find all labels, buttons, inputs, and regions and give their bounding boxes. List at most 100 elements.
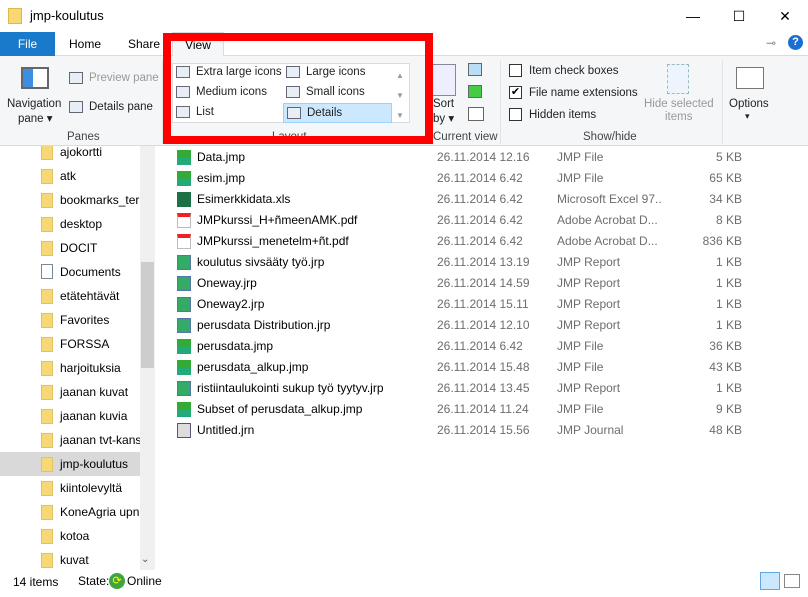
file-date: 26.11.2014 14.59 — [437, 276, 530, 290]
show-hide-group-label: Show/hide — [583, 131, 637, 143]
file-row[interactable]: JMPkurssi_menetelm+ñt.pdf 26.11.2014 6.4… — [170, 231, 760, 252]
file-row[interactable]: perusdata Distribution.jrp 26.11.2014 12… — [170, 315, 760, 336]
nav-item[interactable]: KoneAgria upn — [0, 500, 140, 524]
file-type: JMP Journal — [557, 423, 624, 437]
file-row[interactable]: esim.jmp 26.11.2014 6.42 JMP File 65 KB — [170, 168, 760, 189]
file-row[interactable]: Esimerkkidata.xls 26.11.2014 6.42 Micros… — [170, 189, 760, 210]
divider — [722, 60, 723, 144]
navigation-pane-dropdown[interactable]: pane ▾ — [18, 111, 53, 125]
tab-file[interactable]: File — [0, 32, 55, 56]
nav-item-label: harjoituksia — [60, 361, 121, 375]
file-type: Adobe Acrobat D... — [557, 213, 658, 227]
file-type: JMP Report — [557, 255, 621, 269]
file-name: Subset of perusdata_alkup.jmp — [197, 402, 363, 416]
file-date: 26.11.2014 12.16 — [437, 150, 530, 164]
file-size: 836 KB — [702, 234, 742, 248]
nav-item[interactable]: Documents — [0, 260, 140, 284]
navigation-pane-button[interactable]: Navigation — [7, 98, 61, 110]
options-dropdown-arrow[interactable]: ▾ — [745, 111, 750, 122]
jmp-file-icon — [177, 150, 191, 165]
pin-icon[interactable]: ⊸ — [766, 36, 776, 50]
nav-item[interactable]: jaanan kuvia — [0, 404, 140, 428]
hidden-items-checkbox[interactable] — [509, 108, 522, 121]
nav-item[interactable]: desktop — [0, 212, 140, 236]
nav-item[interactable]: jaanan kuvat — [0, 380, 140, 404]
file-size: 65 KB — [709, 171, 742, 185]
file-name: perusdata_alkup.jmp — [197, 360, 309, 374]
folder-icon — [41, 241, 53, 256]
file-size: 36 KB — [709, 339, 742, 353]
file-type: JMP File — [557, 339, 604, 353]
folder-icon — [41, 289, 53, 304]
folder-icon — [41, 361, 53, 376]
nav-item[interactable]: ajokortti — [0, 146, 140, 164]
file-row[interactable]: Untitled.jrn 26.11.2014 15.56 JMP Journa… — [170, 420, 760, 441]
file-name: Data.jmp — [197, 150, 246, 164]
nav-item[interactable]: etätehtävät — [0, 284, 140, 308]
nav-item[interactable]: jmp-koulutus — [0, 452, 140, 476]
scroll-down-icon[interactable]: ⌄ — [141, 554, 149, 565]
group-by-icon[interactable] — [468, 63, 482, 76]
file-size: 1 KB — [715, 297, 742, 311]
nav-item[interactable]: DOCIT — [0, 236, 140, 260]
nav-item[interactable]: kuvat — [0, 548, 140, 570]
jmp-file-icon — [177, 402, 191, 417]
nav-item-label: desktop — [60, 217, 103, 231]
nav-item-label: etätehtävät — [60, 289, 120, 303]
file-row[interactable]: Data.jmp 26.11.2014 12.16 JMP File 5 KB — [170, 147, 760, 168]
file-row[interactable]: perusdata_alkup.jmp 26.11.2014 15.48 JMP… — [170, 357, 760, 378]
nav-scrollbar-thumb[interactable] — [141, 262, 154, 368]
folder-icon — [8, 8, 22, 24]
nav-item[interactable]: atk — [0, 164, 140, 188]
file-name: JMPkurssi_menetelm+ñt.pdf — [197, 234, 349, 248]
nav-item[interactable]: kotoa — [0, 524, 140, 548]
details-pane-button[interactable]: Details pane — [89, 101, 153, 113]
current-view-group-label: Current view — [433, 131, 498, 143]
file-size: 48 KB — [709, 423, 742, 437]
minimize-button[interactable]: — — [670, 0, 716, 32]
file-row[interactable]: Oneway.jrp 26.11.2014 14.59 JMP Report 1… — [170, 273, 760, 294]
nav-item[interactable]: jaanan tvt-kans — [0, 428, 140, 452]
nav-item[interactable]: bookmarks_ter — [0, 188, 140, 212]
nav-item[interactable]: Favorites — [0, 308, 140, 332]
help-icon[interactable]: ? — [788, 35, 803, 50]
folder-icon — [41, 409, 53, 424]
file-type: Microsoft Excel 97... — [557, 192, 662, 206]
file-row[interactable]: ristiintaulukointi sukup työ tyytyv.jrp … — [170, 378, 760, 399]
maximize-button[interactable]: ☐ — [716, 0, 762, 32]
file-size: 1 KB — [715, 276, 742, 290]
file-row[interactable]: perusdata.jmp 26.11.2014 6.42 JMP File 3… — [170, 336, 760, 357]
tab-home[interactable]: Home — [57, 32, 113, 56]
nav-item[interactable]: kiintolevyltä — [0, 476, 140, 500]
sort-by-dropdown[interactable]: by ▾ — [433, 111, 454, 125]
folder-icon — [41, 313, 53, 328]
nav-item[interactable]: harjoituksia — [0, 356, 140, 380]
highlight-annotation-box — [163, 33, 433, 144]
pdf-file-icon — [177, 213, 191, 228]
size-columns-icon[interactable] — [468, 107, 484, 121]
details-view-toggle[interactable] — [760, 572, 780, 590]
item-check-boxes-label: Item check boxes — [529, 65, 619, 77]
file-date: 26.11.2014 6.42 — [437, 171, 523, 185]
nav-item-label: ajokortti — [60, 146, 103, 159]
add-columns-icon[interactable] — [468, 85, 482, 98]
folder-icon — [41, 193, 53, 208]
jrp-file-icon — [177, 255, 191, 270]
navigation-pane-icon — [21, 67, 49, 89]
item-check-boxes-checkbox[interactable] — [509, 64, 522, 77]
file-row[interactable]: Oneway2.jrp 26.11.2014 15.11 JMP Report … — [170, 294, 760, 315]
close-button[interactable]: ✕ — [762, 0, 808, 32]
sort-by-button[interactable]: Sort — [433, 98, 454, 110]
file-row[interactable]: koulutus sivsääty työ.jrp 26.11.2014 13.… — [170, 252, 760, 273]
jmp-file-icon — [177, 339, 191, 354]
options-button[interactable]: Options — [729, 98, 769, 110]
nav-item[interactable]: FORSSA — [0, 332, 140, 356]
file-row[interactable]: Subset of perusdata_alkup.jmp 26.11.2014… — [170, 399, 760, 420]
large-icons-view-toggle[interactable] — [784, 574, 800, 588]
hide-selected-label: items — [665, 111, 693, 123]
hide-selected-button[interactable]: Hide selected — [644, 98, 714, 110]
panes-group-label: Panes — [67, 131, 100, 143]
preview-pane-button[interactable]: Preview pane — [89, 72, 159, 84]
file-name-extensions-checkbox[interactable]: ✔ — [509, 86, 522, 99]
file-row[interactable]: JMPkurssi_H+ñmeenAMK.pdf 26.11.2014 6.42… — [170, 210, 760, 231]
